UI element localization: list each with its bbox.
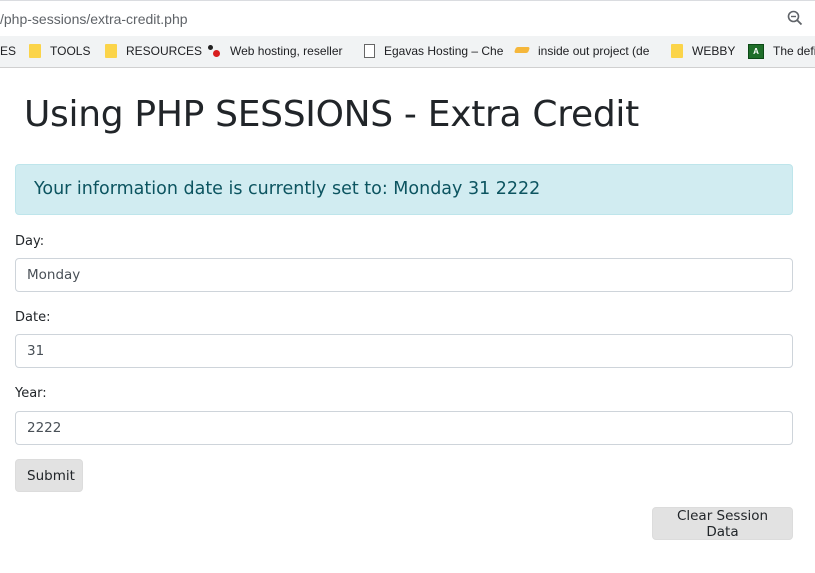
- zoom-icon[interactable]: [787, 10, 803, 26]
- year-input[interactable]: [15, 411, 793, 445]
- bookmark-label: inside out project (de: [538, 44, 650, 58]
- info-alert: Your information date is currently set t…: [15, 164, 793, 215]
- folder-icon: [671, 44, 683, 58]
- bookmark-inside-out[interactable]: inside out project (de: [515, 36, 649, 66]
- bookmark-es[interactable]: ES: [0, 36, 16, 66]
- bookmark-label: The defi: [773, 44, 815, 58]
- url-text[interactable]: /php-sessions/extra-credit.php: [0, 11, 188, 27]
- grad-cap-icon: [515, 46, 529, 56]
- bookmark-label: RESOURCES: [126, 44, 203, 58]
- web-hosting-icon: [207, 44, 221, 58]
- day-input[interactable]: [15, 258, 793, 292]
- bookmark-the-defi[interactable]: A The defi: [748, 36, 815, 66]
- bookmark-webby[interactable]: WEBBY: [671, 36, 735, 66]
- folder-icon: [105, 44, 117, 58]
- green-square-icon: A: [748, 43, 764, 59]
- page-icon: [364, 44, 375, 58]
- bookmark-web-hosting[interactable]: Web hosting, reseller: [207, 36, 343, 66]
- date-input[interactable]: [15, 334, 793, 368]
- bookmark-label: Web hosting, reseller: [230, 44, 343, 58]
- bookmark-label: ES: [0, 44, 17, 58]
- bookmark-tools[interactable]: TOOLS: [29, 36, 90, 66]
- year-label: Year:: [15, 386, 47, 401]
- bookmarks-bar: ES TOOLS RESOURCES Web hosting, reseller…: [0, 36, 815, 68]
- submit-button[interactable]: Submit: [15, 459, 83, 492]
- bookmark-resources[interactable]: RESOURCES: [105, 36, 202, 66]
- clear-session-button[interactable]: Clear Session Data: [652, 507, 793, 540]
- page-title: Using PHP SESSIONS - Extra Credit: [24, 94, 639, 135]
- bookmark-label: WEBBY: [692, 44, 736, 58]
- date-label: Date:: [15, 310, 51, 325]
- day-label: Day:: [15, 234, 45, 249]
- folder-icon: [29, 44, 41, 58]
- alert-message: Your information date is currently set t…: [34, 179, 541, 199]
- bookmark-label: Egavas Hosting – Che: [384, 44, 504, 58]
- bookmark-label: TOOLS: [50, 44, 91, 58]
- bookmark-egavas[interactable]: Egavas Hosting – Che: [364, 36, 503, 66]
- address-bar[interactable]: /php-sessions/extra-credit.php: [0, 0, 815, 36]
